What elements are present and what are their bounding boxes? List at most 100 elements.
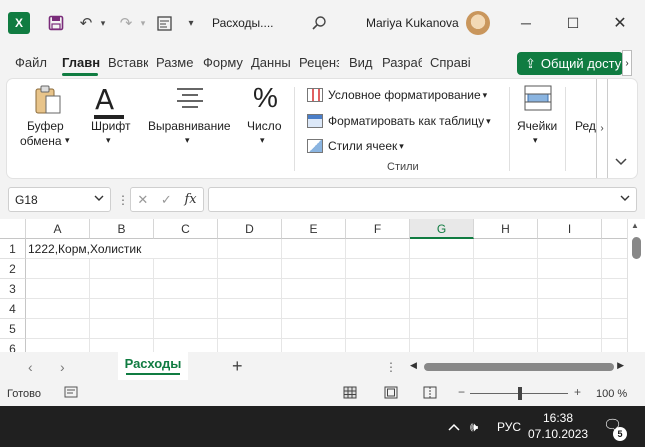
next-sheet-icon[interactable]: › <box>60 359 65 375</box>
tab-developer[interactable]: Разраб <box>382 55 422 70</box>
grid-cell[interactable] <box>154 279 218 299</box>
horizontal-scroll-thumb[interactable] <box>424 363 614 371</box>
grid-cell[interactable] <box>90 339 154 352</box>
formula-input[interactable] <box>208 187 637 212</box>
zoom-in-icon[interactable]: + <box>574 385 581 399</box>
undo-icon[interactable]: ↶ <box>76 12 96 34</box>
grid-cell[interactable] <box>282 259 346 279</box>
column-header-b[interactable]: B <box>90 219 154 239</box>
conditional-formatting-button[interactable]: Условное форматирование ▾ <box>307 86 487 104</box>
grid-cell[interactable] <box>474 239 538 259</box>
tab-formulas[interactable]: Форму <box>203 55 243 70</box>
grid-cell[interactable] <box>218 299 282 319</box>
grid-cell[interactable] <box>410 339 474 352</box>
scroll-right-icon[interactable]: ▶ <box>617 360 624 371</box>
cell-styles-button[interactable]: Стили ячеек ▾ <box>307 137 404 155</box>
document-title[interactable]: Расходы.... <box>212 16 274 30</box>
save-icon[interactable] <box>46 12 66 34</box>
grid-cell[interactable] <box>154 259 218 279</box>
grid-cell[interactable] <box>218 239 282 259</box>
zoom-level[interactable]: 100 % <box>596 388 627 400</box>
grid-cell[interactable] <box>346 259 410 279</box>
column-header-g[interactable]: G <box>410 219 474 239</box>
grid-cell[interactable] <box>282 319 346 339</box>
grid-cell[interactable] <box>346 239 410 259</box>
grid-cell[interactable] <box>282 239 346 259</box>
grid-cell[interactable] <box>474 259 538 279</box>
number-group[interactable]: % Число ▾ <box>245 79 290 178</box>
scroll-left-icon[interactable]: ◀ <box>410 360 417 371</box>
tab-data[interactable]: Данны <box>251 55 291 70</box>
page-layout-view-icon[interactable] <box>384 386 398 402</box>
column-header-f[interactable]: F <box>346 219 410 239</box>
grid-cell[interactable] <box>90 319 154 339</box>
row-header-5[interactable]: 5 <box>0 319 26 339</box>
volume-icon[interactable]: 🕪 <box>470 419 478 435</box>
share-dropdown-icon[interactable]: › <box>622 50 632 76</box>
grid-cell[interactable] <box>218 279 282 299</box>
grid-cell[interactable] <box>538 319 602 339</box>
user-name[interactable]: Mariya Kukanova <box>366 16 459 30</box>
cells-group[interactable]: Ячейки ▾ <box>512 79 562 178</box>
worksheet-grid[interactable]: A B C D E F G H I 1 2 3 4 5 6 1222,Корм,… <box>0 219 645 352</box>
grid-cell[interactable] <box>154 339 218 352</box>
grid-cell[interactable] <box>346 279 410 299</box>
grid-cell[interactable] <box>90 259 154 279</box>
accessibility-icon[interactable] <box>64 386 78 401</box>
normal-view-icon[interactable] <box>343 386 357 402</box>
grid-cell[interactable] <box>154 299 218 319</box>
column-header-h[interactable]: H <box>474 219 538 239</box>
column-header-e[interactable]: E <box>282 219 346 239</box>
undo-dropdown-icon[interactable]: ▾ <box>98 12 108 34</box>
insert-function-icon[interactable]: fx <box>184 192 196 207</box>
form-icon[interactable] <box>154 12 174 34</box>
expand-formula-bar-icon[interactable] <box>620 194 630 205</box>
grid-cell[interactable] <box>26 279 90 299</box>
grid-cell[interactable] <box>474 299 538 319</box>
close-icon[interactable]: ✕ <box>605 10 635 36</box>
sheet-tab-expenses[interactable]: Расходы <box>118 352 188 380</box>
grid-cell[interactable] <box>26 319 90 339</box>
zoom-out-icon[interactable]: − <box>458 385 465 399</box>
clock[interactable]: 16:38 07.10.2023 <box>528 410 588 442</box>
grid-cell[interactable] <box>474 319 538 339</box>
more-sheets-icon[interactable]: ⋮ <box>385 360 397 374</box>
tab-review[interactable]: Реценз <box>299 55 339 70</box>
minimize-icon[interactable]: ─ <box>511 10 541 36</box>
tab-view[interactable]: Вид <box>349 55 373 70</box>
grid-cell[interactable] <box>218 259 282 279</box>
row-header-3[interactable]: 3 <box>0 279 26 299</box>
share-button[interactable]: ⇪ Общий досту <box>517 52 623 75</box>
chevron-up-icon[interactable] <box>448 419 460 434</box>
ribbon-scroll-right-icon[interactable]: › <box>596 79 608 178</box>
page-break-view-icon[interactable] <box>423 386 437 402</box>
grid-cell[interactable] <box>538 259 602 279</box>
row-header-2[interactable]: 2 <box>0 259 26 279</box>
redo-dropdown-icon[interactable]: ▾ <box>138 12 148 34</box>
zoom-slider-knob[interactable] <box>518 387 522 400</box>
avatar[interactable] <box>466 11 490 35</box>
collapse-ribbon-icon[interactable] <box>615 157 627 169</box>
maximize-icon[interactable]: ☐ <box>558 10 588 36</box>
grid-cell[interactable] <box>282 339 346 352</box>
grid-cell[interactable] <box>26 339 90 352</box>
grid-cell[interactable] <box>346 299 410 319</box>
chevron-down-icon[interactable] <box>94 194 104 205</box>
add-sheet-icon[interactable]: + <box>232 356 243 377</box>
name-box[interactable]: G18 <box>8 187 111 212</box>
grid-cell[interactable] <box>346 339 410 352</box>
horizontal-scrollbar[interactable]: ◀ ▶ <box>410 360 624 374</box>
row-header-4[interactable]: 4 <box>0 299 26 319</box>
grid-cell[interactable] <box>410 279 474 299</box>
grid-cell[interactable] <box>282 299 346 319</box>
grid-cell[interactable] <box>410 259 474 279</box>
language-indicator[interactable]: РУС <box>497 420 521 434</box>
grid-cell[interactable] <box>474 279 538 299</box>
vertical-scrollbar[interactable]: ▲ <box>627 219 645 352</box>
clipboard-group[interactable]: Буфер обмена ▾ <box>7 79 85 178</box>
cancel-icon[interactable]: ✕ <box>137 192 148 208</box>
format-as-table-button[interactable]: Форматировать как таблицу ▾ <box>307 112 491 130</box>
tab-home[interactable]: Главн <box>62 55 100 70</box>
prev-sheet-icon[interactable]: ‹ <box>28 359 33 375</box>
grid-cell[interactable] <box>218 319 282 339</box>
